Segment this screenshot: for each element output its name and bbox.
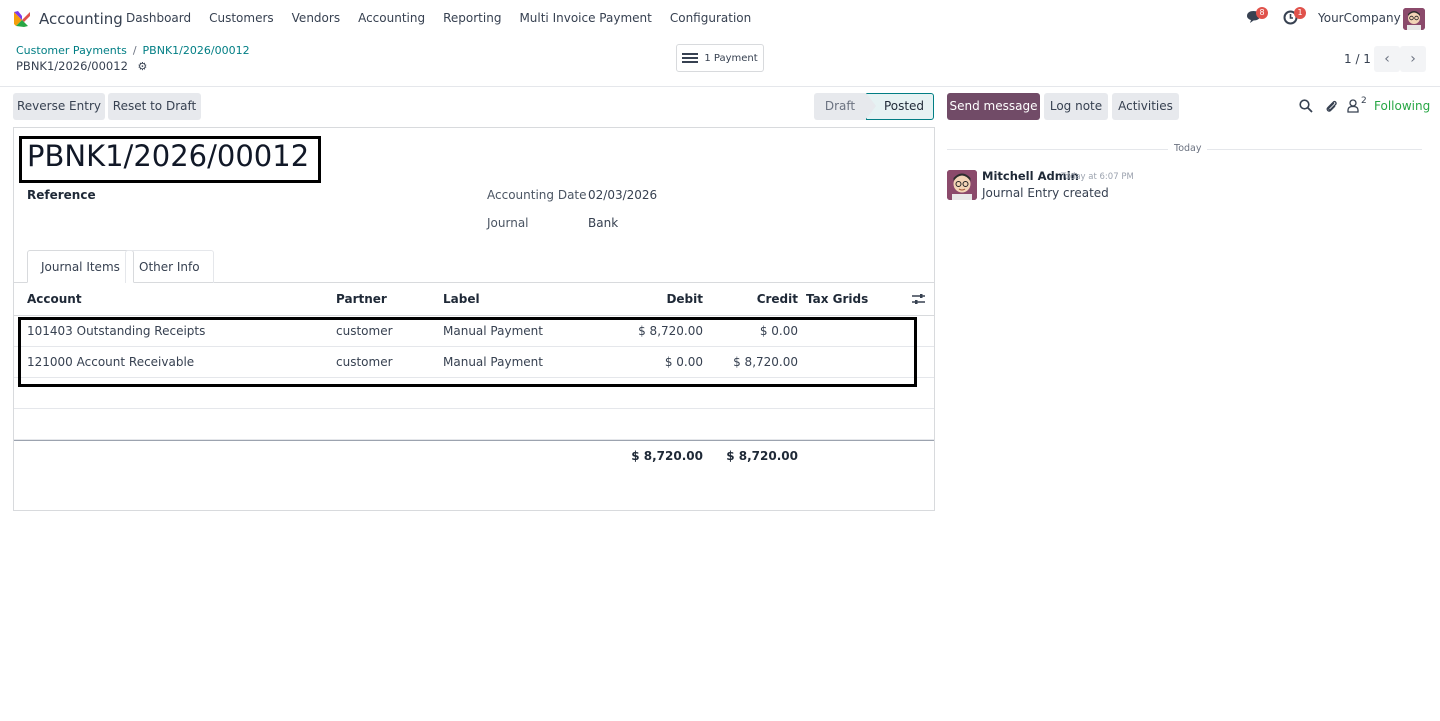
breadcrumb: Customer Payments / PBNK1/2026/00012 bbox=[16, 44, 250, 57]
menu-configuration[interactable]: Configuration bbox=[670, 11, 751, 25]
status-draft[interactable]: Draft bbox=[814, 93, 866, 120]
activities-badge: 1 bbox=[1294, 7, 1306, 19]
user-avatar[interactable] bbox=[1403, 8, 1425, 30]
column-tax-grids[interactable]: Tax Grids bbox=[806, 284, 868, 314]
pager-previous-button[interactable]: ‹ bbox=[1374, 46, 1400, 72]
menu-multi-invoice-payment[interactable]: Multi Invoice Payment bbox=[519, 11, 651, 25]
accounting-date-label: Accounting Date bbox=[487, 188, 587, 202]
payment-smart-button[interactable]: 1 Payment bbox=[676, 44, 764, 72]
column-debit[interactable]: Debit bbox=[634, 284, 703, 314]
reference-label: Reference bbox=[27, 188, 96, 202]
top-navbar: Accounting Dashboard Customers Vendors A… bbox=[0, 0, 1440, 37]
send-message-button[interactable]: Send message bbox=[947, 93, 1040, 120]
app-name[interactable]: Accounting bbox=[39, 10, 123, 28]
breadcrumb-current[interactable]: PBNK1/2026/00012 bbox=[143, 44, 250, 57]
menu-vendors[interactable]: Vendors bbox=[292, 11, 340, 25]
column-label[interactable]: Label bbox=[443, 284, 480, 314]
tab-journal-items[interactable]: Journal Items bbox=[27, 250, 134, 283]
status-posted[interactable]: Posted bbox=[866, 93, 934, 120]
breadcrumb-customer-payments[interactable]: Customer Payments bbox=[16, 44, 127, 57]
total-debit: $ 8,720.00 bbox=[631, 449, 703, 463]
reset-to-draft-button[interactable]: Reset to Draft bbox=[108, 93, 201, 120]
author-avatar-icon bbox=[947, 170, 977, 200]
journal-items-header: Account Partner Label Debit Credit Tax G… bbox=[14, 284, 934, 316]
record-name: PBNK1/2026/00012 ⚙ bbox=[16, 59, 147, 73]
message-body: Journal Entry created bbox=[982, 186, 1109, 200]
journal-value[interactable]: Bank bbox=[588, 216, 618, 230]
chevron-right-icon: › bbox=[1410, 51, 1416, 67]
messages-button[interactable]: 8 bbox=[1246, 7, 1268, 26]
entry-title: PBNK1/2026/00012 bbox=[27, 139, 310, 173]
accounting-date-value[interactable]: 02/03/2026 bbox=[588, 188, 657, 202]
chevron-left-icon: ‹ bbox=[1384, 51, 1390, 67]
gear-icon[interactable]: ⚙ bbox=[138, 60, 148, 73]
followers-button[interactable]: 2 bbox=[1347, 96, 1369, 113]
messages-badge: 8 bbox=[1256, 7, 1268, 19]
column-account[interactable]: Account bbox=[27, 284, 82, 314]
menu-customers[interactable]: Customers bbox=[209, 11, 274, 25]
reverse-entry-button[interactable]: Reverse Entry bbox=[13, 93, 105, 120]
pager-value[interactable]: 1 / 1 bbox=[1344, 52, 1371, 66]
tab-other-info[interactable]: Other Info bbox=[125, 250, 214, 283]
menu-accounting[interactable]: Accounting bbox=[358, 11, 425, 25]
annotation-highlight-rows bbox=[18, 317, 917, 387]
accounting-app-icon[interactable] bbox=[12, 9, 32, 29]
optional-columns-icon[interactable] bbox=[912, 293, 925, 305]
status-bar: Draft Posted bbox=[814, 93, 934, 120]
menu-dashboard[interactable]: Dashboard bbox=[126, 11, 191, 25]
following-button[interactable]: Following bbox=[1374, 99, 1430, 113]
activities-button[interactable]: 1 bbox=[1283, 7, 1306, 26]
user-avatar-icon bbox=[1403, 8, 1425, 30]
message-author-avatar[interactable] bbox=[947, 170, 977, 200]
total-credit: $ 8,720.00 bbox=[726, 449, 798, 463]
main-menu: Dashboard Customers Vendors Accounting R… bbox=[126, 11, 769, 25]
search-icon[interactable] bbox=[1299, 99, 1313, 113]
pager-next-button[interactable]: › bbox=[1400, 46, 1426, 72]
date-separator-label: Today bbox=[1168, 143, 1208, 154]
payment-smart-button-label: 1 Payment bbox=[704, 52, 758, 64]
empty-row[interactable] bbox=[14, 409, 934, 440]
message-timestamp: Today at 6:07 PM bbox=[1061, 172, 1134, 182]
menu-reporting[interactable]: Reporting bbox=[443, 11, 501, 25]
totals-row: $ 8,720.00 $ 8,720.00 bbox=[14, 440, 934, 472]
paperclip-icon[interactable] bbox=[1324, 99, 1338, 113]
log-note-button[interactable]: Log note bbox=[1044, 93, 1108, 120]
company-switcher[interactable]: YourCompany bbox=[1318, 11, 1401, 25]
followers-count: 2 bbox=[1361, 96, 1367, 106]
breadcrumb-separator: / bbox=[132, 44, 137, 57]
notebook-tabs: Journal Items Other Info bbox=[14, 250, 934, 283]
journal-label: Journal bbox=[487, 216, 529, 230]
record-name-text: PBNK1/2026/00012 bbox=[16, 59, 128, 73]
list-icon bbox=[682, 52, 699, 64]
control-panel-divider bbox=[0, 86, 1440, 87]
activities-button[interactable]: Activities bbox=[1112, 93, 1179, 120]
column-partner[interactable]: Partner bbox=[336, 284, 387, 314]
column-credit[interactable]: Credit bbox=[727, 284, 798, 314]
user-icon bbox=[1347, 99, 1359, 113]
